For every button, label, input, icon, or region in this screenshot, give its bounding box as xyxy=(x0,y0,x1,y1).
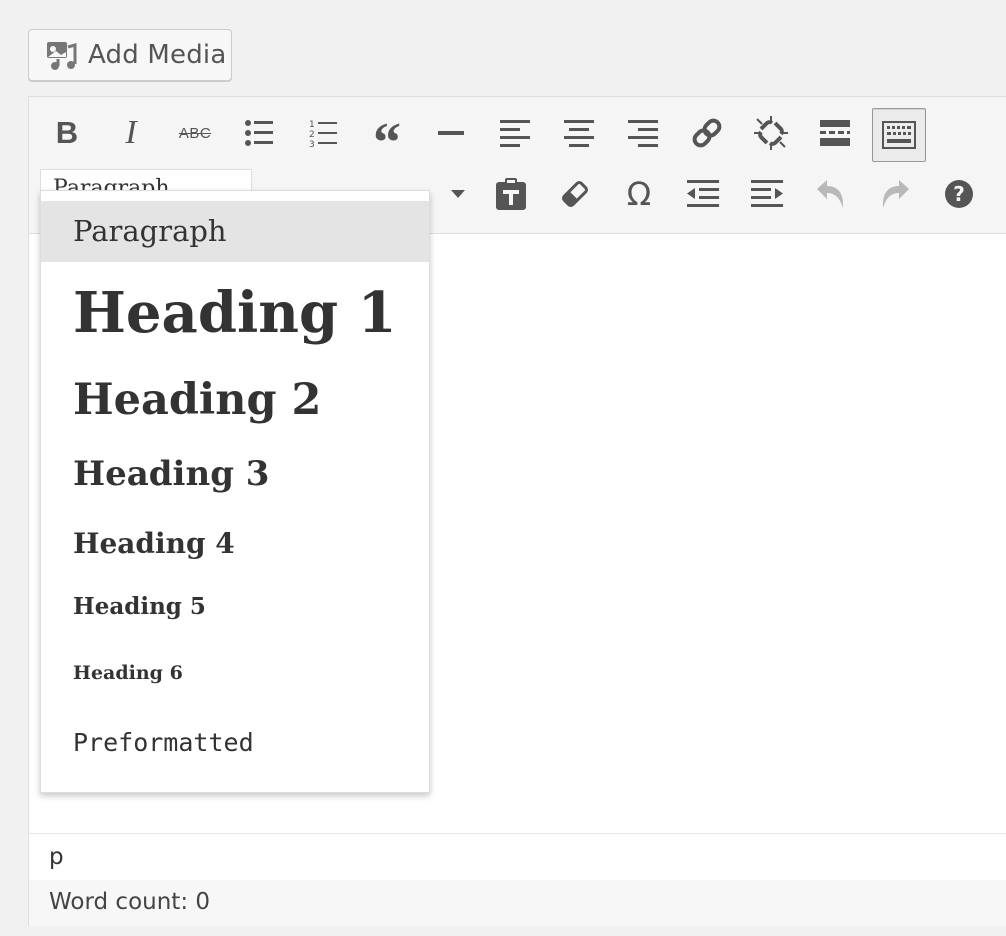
menu-item-label: Heading 6 xyxy=(73,662,183,684)
bulleted-list-icon xyxy=(245,120,273,146)
italic-icon: I xyxy=(125,114,137,151)
align-left-button[interactable] xyxy=(488,106,542,160)
toolbar-toggle-button[interactable] xyxy=(872,108,926,162)
svg-text:3: 3 xyxy=(309,140,315,148)
menu-item-heading-2[interactable]: Heading 2 xyxy=(41,367,429,443)
menu-item-heading-6[interactable]: Heading 6 xyxy=(41,648,429,710)
clipboard-icon xyxy=(496,178,526,210)
strikethrough-button[interactable]: ABC xyxy=(168,106,222,160)
status-bar: Word count: 0 xyxy=(29,880,1006,926)
menu-item-heading-3[interactable]: Heading 3 xyxy=(41,444,429,520)
redo-button[interactable] xyxy=(868,167,922,221)
element-path[interactable]: p xyxy=(49,844,64,870)
bold-button[interactable]: B xyxy=(40,106,94,160)
strikethrough-icon: ABC xyxy=(178,124,212,142)
blockquote-button[interactable]: “ xyxy=(360,106,414,174)
add-media-button[interactable]: Add Media xyxy=(28,29,232,81)
paste-as-text-button[interactable] xyxy=(484,167,538,221)
remove-link-button[interactable] xyxy=(744,106,798,160)
bulleted-list-button[interactable] xyxy=(232,106,286,160)
horizontal-line-button[interactable] xyxy=(424,106,478,160)
bold-icon: B xyxy=(55,115,79,150)
eraser-icon xyxy=(562,181,588,207)
align-right-button[interactable] xyxy=(616,106,670,160)
menu-item-preformatted[interactable]: Preformatted xyxy=(41,711,429,781)
indent-button[interactable] xyxy=(740,167,794,221)
menu-item-label: Heading 3 xyxy=(73,454,270,494)
numbered-list-button[interactable]: 1 2 3 xyxy=(296,106,350,160)
omega-icon: Ω xyxy=(627,178,651,210)
word-count: Word count: 0 xyxy=(49,889,211,915)
indent-icon xyxy=(751,180,783,207)
italic-button[interactable]: I xyxy=(104,106,158,160)
special-character-button[interactable]: Ω xyxy=(612,167,666,221)
read-more-icon xyxy=(820,120,850,146)
format-dropdown-menu: Paragraph Heading 1 Heading 2 Heading 3 … xyxy=(40,190,430,793)
keyboard-icon xyxy=(882,121,916,149)
menu-item-label: Heading 1 xyxy=(73,280,397,346)
help-button[interactable]: ? xyxy=(932,167,986,221)
outdent-icon xyxy=(687,180,719,207)
link-icon xyxy=(692,118,722,148)
outdent-button[interactable] xyxy=(676,167,730,221)
chevron-down-icon xyxy=(451,190,465,198)
menu-item-label: Paragraph xyxy=(73,214,227,248)
help-icon: ? xyxy=(945,180,973,208)
align-left-icon xyxy=(500,120,530,147)
menu-item-label: Heading 4 xyxy=(73,527,235,560)
menu-item-paragraph[interactable]: Paragraph xyxy=(41,201,429,262)
menu-item-heading-4[interactable]: Heading 4 xyxy=(41,521,429,583)
align-center-icon xyxy=(564,120,594,147)
blockquote-icon: “ xyxy=(373,112,401,174)
redo-icon xyxy=(882,180,909,208)
read-more-button[interactable] xyxy=(808,106,862,160)
unlink-icon xyxy=(754,116,788,150)
numbered-list-icon: 1 2 3 xyxy=(309,120,337,148)
media-icon xyxy=(47,42,77,70)
svg-text:Ω: Ω xyxy=(627,178,651,210)
add-media-label: Add Media xyxy=(88,40,227,70)
menu-item-heading-5[interactable]: Heading 5 xyxy=(41,584,429,646)
undo-icon xyxy=(817,180,844,208)
element-path-bar: p xyxy=(29,833,1006,881)
horizontal-line-icon xyxy=(438,131,464,135)
text-color-button[interactable] xyxy=(432,167,484,221)
clear-formatting-button[interactable] xyxy=(548,167,602,221)
insert-link-button[interactable] xyxy=(680,106,734,160)
menu-item-heading-1[interactable]: Heading 1 xyxy=(41,266,429,366)
align-right-icon xyxy=(628,120,658,147)
menu-item-label: Preformatted xyxy=(73,728,254,757)
svg-text:2: 2 xyxy=(309,130,315,140)
menu-item-label: Heading 5 xyxy=(73,593,206,620)
svg-text:1: 1 xyxy=(309,120,315,130)
undo-button[interactable] xyxy=(804,167,858,221)
menu-item-label: Heading 2 xyxy=(73,375,322,425)
svg-text:?: ? xyxy=(953,182,965,206)
align-center-button[interactable] xyxy=(552,106,606,160)
